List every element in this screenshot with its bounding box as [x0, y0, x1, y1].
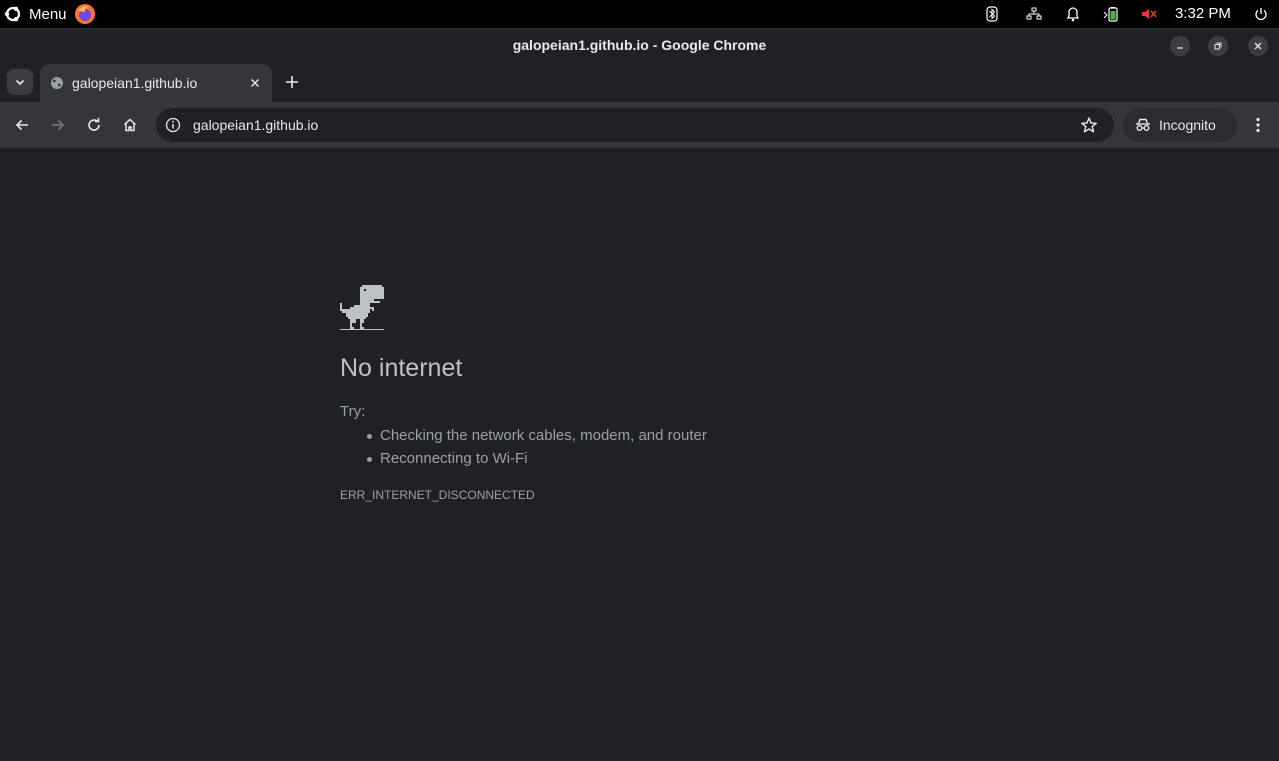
ubuntu-logo-icon: [4, 6, 21, 22]
bookmark-star-icon[interactable]: [1080, 116, 1098, 134]
reload-icon: [88, 118, 100, 131]
firefox-icon[interactable]: [74, 3, 96, 25]
system-menu-label: Menu: [29, 5, 67, 23]
more-vert-icon: [1256, 117, 1260, 133]
forward-button[interactable]: [46, 113, 70, 137]
address-bar[interactable]: galopeian1.github.io: [156, 108, 1114, 142]
incognito-indicator[interactable]: Incognito: [1123, 108, 1237, 142]
back-button[interactable]: [10, 113, 34, 137]
home-button[interactable]: [118, 113, 142, 137]
chevron-down-icon: [15, 79, 25, 86]
incognito-label: Incognito: [1159, 117, 1216, 133]
tab-strip: galopeian1.github.io: [0, 62, 1279, 102]
window-title-bar[interactable]: galopeian1.github.io - Google Chrome: [0, 28, 1279, 62]
system-panel: Menu 3:32 PM: [0, 0, 1279, 28]
suggestion-item: Checking the network cables, modem, and …: [367, 426, 707, 449]
globe-icon: [51, 77, 63, 89]
arrow-right-icon: [52, 119, 65, 131]
suggestions-list: Checking the network cables, modem, and …: [367, 426, 707, 472]
power-icon[interactable]: [1252, 4, 1270, 24]
close-window-button[interactable]: [1248, 36, 1268, 56]
clock[interactable]: 3:32 PM: [1175, 5, 1231, 22]
tab-close-button[interactable]: [247, 75, 263, 91]
arrow-left-icon: [15, 119, 28, 131]
home-icon: [123, 118, 137, 132]
offline-dinosaur-icon[interactable]: [340, 285, 384, 332]
chrome-menu-button[interactable]: [1248, 113, 1268, 137]
error-heading: No internet: [340, 354, 463, 382]
suggestion-item: Reconnecting to Wi-Fi: [367, 449, 707, 472]
reload-button[interactable]: [82, 113, 106, 137]
page-content: No internet Try: Checking the network ca…: [0, 148, 1279, 761]
try-label: Try:: [340, 403, 366, 420]
url-text[interactable]: galopeian1.github.io: [193, 117, 318, 133]
restore-icon: [1214, 42, 1222, 50]
plus-icon: [286, 76, 298, 88]
browser-toolbar: galopeian1.github.io Incognito: [0, 102, 1279, 148]
system-menu-button[interactable]: Menu: [4, 4, 67, 24]
tab-title: galopeian1.github.io: [72, 75, 198, 91]
new-tab-button[interactable]: [282, 72, 302, 92]
volume-muted-icon[interactable]: [1140, 4, 1158, 24]
error-code: ERR_INTERNET_DISCONNECTED: [340, 488, 535, 502]
battery-icon[interactable]: [1102, 4, 1120, 24]
network-icon[interactable]: [1025, 4, 1043, 24]
minimize-icon: [1177, 47, 1183, 49]
tab-active[interactable]: galopeian1.github.io: [40, 64, 272, 102]
close-icon: [1254, 42, 1262, 50]
minimize-button[interactable]: [1170, 36, 1190, 56]
restore-button[interactable]: [1208, 36, 1228, 56]
window-title: galopeian1.github.io - Google Chrome: [512, 37, 767, 53]
notifications-icon[interactable]: [1064, 4, 1082, 24]
close-icon: [251, 79, 259, 87]
incognito-icon: [1136, 118, 1150, 131]
bluetooth-icon[interactable]: [984, 4, 1000, 24]
info-icon[interactable]: [165, 117, 181, 133]
tab-search-button[interactable]: [7, 69, 33, 95]
